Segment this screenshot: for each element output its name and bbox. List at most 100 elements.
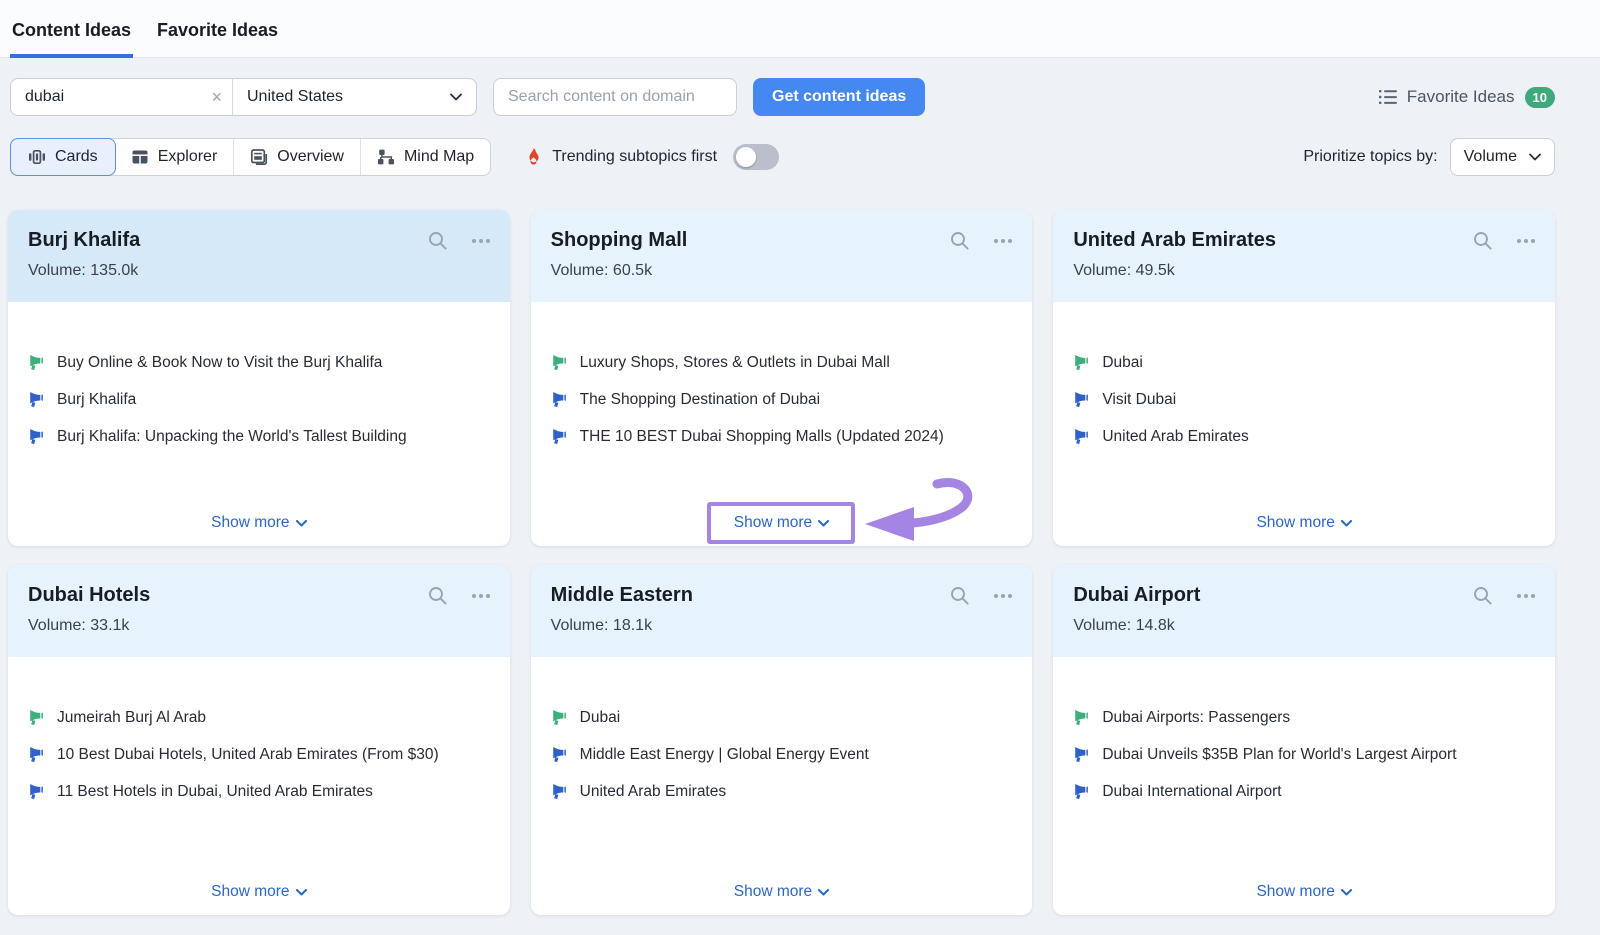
megaphone-icon (28, 746, 45, 763)
show-more-label: Show more (1256, 883, 1334, 901)
topic-query-input[interactable] (25, 88, 205, 106)
card-header: Shopping Mall Volume: 60.5k (531, 210, 1033, 302)
clear-icon[interactable]: × (205, 88, 222, 106)
headline-item: 11 Best Hotels in Dubai, United Arab Emi… (28, 781, 490, 802)
trending-label: Trending subtopics first (552, 148, 717, 166)
headline-item: Dubai (1073, 352, 1535, 373)
megaphone-icon (551, 783, 568, 800)
card-items: Dubai Middle East Energy | Global Energy… (551, 707, 1013, 802)
card-search-icon[interactable] (1472, 585, 1493, 606)
show-more-button[interactable]: Show more (1053, 514, 1555, 532)
headline-item: Luxury Shops, Stores & Outlets in Dubai … (551, 352, 1013, 373)
megaphone-icon (1073, 783, 1090, 800)
show-more-button[interactable]: Show more (1053, 883, 1555, 901)
card-title: Shopping Mall (551, 229, 688, 252)
card-more-icon[interactable] (472, 594, 490, 598)
country-select[interactable]: United States (233, 79, 476, 115)
card-title: Middle Eastern (551, 584, 693, 607)
topic-card: Dubai Airport Volume: 14.8k Dubai (1053, 565, 1555, 915)
show-more-button[interactable]: Show more (8, 883, 510, 901)
prioritize-label: Prioritize topics by: (1303, 148, 1437, 166)
volume-label: Volume: (28, 262, 90, 279)
view-tab-explorer[interactable]: Explorer (115, 139, 235, 175)
card-search-icon[interactable] (949, 230, 970, 251)
favorite-ideas-link[interactable]: Favorite Ideas 10 (1379, 87, 1555, 108)
card-more-icon[interactable] (994, 239, 1012, 243)
volume-label: Volume: (551, 617, 613, 634)
card-search-icon[interactable] (1472, 230, 1493, 251)
overview-view-icon (250, 148, 268, 166)
card-search-icon[interactable] (427, 230, 448, 251)
item-text: United Arab Emirates (1102, 426, 1248, 447)
view-tab-label: Explorer (158, 148, 218, 166)
card-search-icon[interactable] (949, 585, 970, 606)
view-tab-label: Mind Map (404, 148, 474, 166)
volume-value: 135.0k (90, 262, 138, 279)
card-items: Dubai Airports: Passengers Dubai Unveils… (1073, 707, 1535, 802)
show-more-button[interactable]: Show more (531, 883, 1033, 901)
tab-bar: Content Ideas Favorite Ideas (0, 0, 1600, 58)
item-text: United Arab Emirates (580, 781, 726, 802)
megaphone-icon (1073, 354, 1090, 371)
card-title: Dubai Hotels (28, 584, 150, 607)
toggle-knob (736, 147, 756, 167)
topic-card: Burj Khalifa Volume: 135.0k Buy O (8, 210, 510, 546)
card-search-icon[interactable] (427, 585, 448, 606)
explorer-view-icon (131, 148, 149, 166)
card-body: Dubai Visit Dubai United Arab Emirates S… (1053, 302, 1555, 546)
item-text: Burj Khalifa: Unpacking the World's Tall… (57, 426, 407, 447)
tab-content-ideas[interactable]: Content Ideas (10, 20, 133, 57)
card-volume: Volume: 14.8k (1073, 617, 1535, 635)
show-more-button[interactable]: Show more (8, 514, 510, 532)
volume-label: Volume: (551, 262, 613, 279)
annotation-arrow (851, 476, 983, 546)
domain-search-input[interactable] (494, 88, 736, 106)
item-text: Visit Dubai (1102, 389, 1176, 410)
favorite-ideas-label: Favorite Ideas (1407, 87, 1515, 107)
domain-search-field[interactable] (493, 78, 737, 116)
prioritize-value: Volume (1464, 148, 1517, 166)
megaphone-icon (28, 354, 45, 371)
headline-item: Middle East Energy | Global Energy Event (551, 744, 1013, 765)
chevron-down-icon (1529, 153, 1541, 161)
item-text: Dubai Unveils $35B Plan for World's Larg… (1102, 744, 1456, 765)
trending-toggle[interactable] (733, 144, 779, 170)
chevron-down-icon (296, 520, 307, 527)
megaphone-icon (551, 709, 568, 726)
view-tab-overview[interactable]: Overview (234, 139, 361, 175)
view-tab-cards[interactable]: Cards (10, 138, 116, 176)
item-text: Dubai (580, 707, 621, 728)
card-more-icon[interactable] (1517, 594, 1535, 598)
megaphone-icon (1073, 391, 1090, 408)
card-volume: Volume: 33.1k (28, 617, 490, 635)
headline-item: Dubai (551, 707, 1013, 728)
item-text: Burj Khalifa (57, 389, 136, 410)
volume-value: 33.1k (90, 617, 129, 634)
view-switcher: Cards Explorer Overview (10, 138, 491, 176)
show-more-label: Show more (211, 514, 289, 532)
volume-value: 49.5k (1136, 262, 1175, 279)
megaphone-icon (551, 428, 568, 445)
card-body: Dubai Middle East Energy | Global Energy… (531, 657, 1033, 915)
card-items: Buy Online & Book Now to Visit the Burj … (28, 352, 490, 447)
show-more-button[interactable]: Show more (531, 514, 1033, 532)
chevron-down-icon (450, 93, 462, 101)
card-more-icon[interactable] (1517, 239, 1535, 243)
filters-row: × United States Get content ideas Favori (0, 58, 1600, 116)
topic-query-field[interactable]: × (11, 79, 233, 115)
prioritize-select[interactable]: Volume (1450, 138, 1555, 176)
prioritize-control: Prioritize topics by: Volume (1303, 138, 1555, 176)
chevron-down-icon (1341, 520, 1352, 527)
item-text: Jumeirah Burj Al Arab (57, 707, 206, 728)
get-content-ideas-button[interactable]: Get content ideas (753, 78, 925, 116)
volume-value: 60.5k (613, 262, 652, 279)
card-header: Dubai Airport Volume: 14.8k (1053, 565, 1555, 657)
card-items: Luxury Shops, Stores & Outlets in Dubai … (551, 352, 1013, 447)
topic-card: Shopping Mall Volume: 60.5k Luxur (531, 210, 1033, 546)
card-more-icon[interactable] (472, 239, 490, 243)
view-tab-mind-map[interactable]: Mind Map (361, 139, 490, 175)
tab-favorite-ideas[interactable]: Favorite Ideas (155, 20, 280, 57)
item-text: Middle East Energy | Global Energy Event (580, 744, 869, 765)
trending-control: Trending subtopics first (525, 144, 779, 170)
card-more-icon[interactable] (994, 594, 1012, 598)
